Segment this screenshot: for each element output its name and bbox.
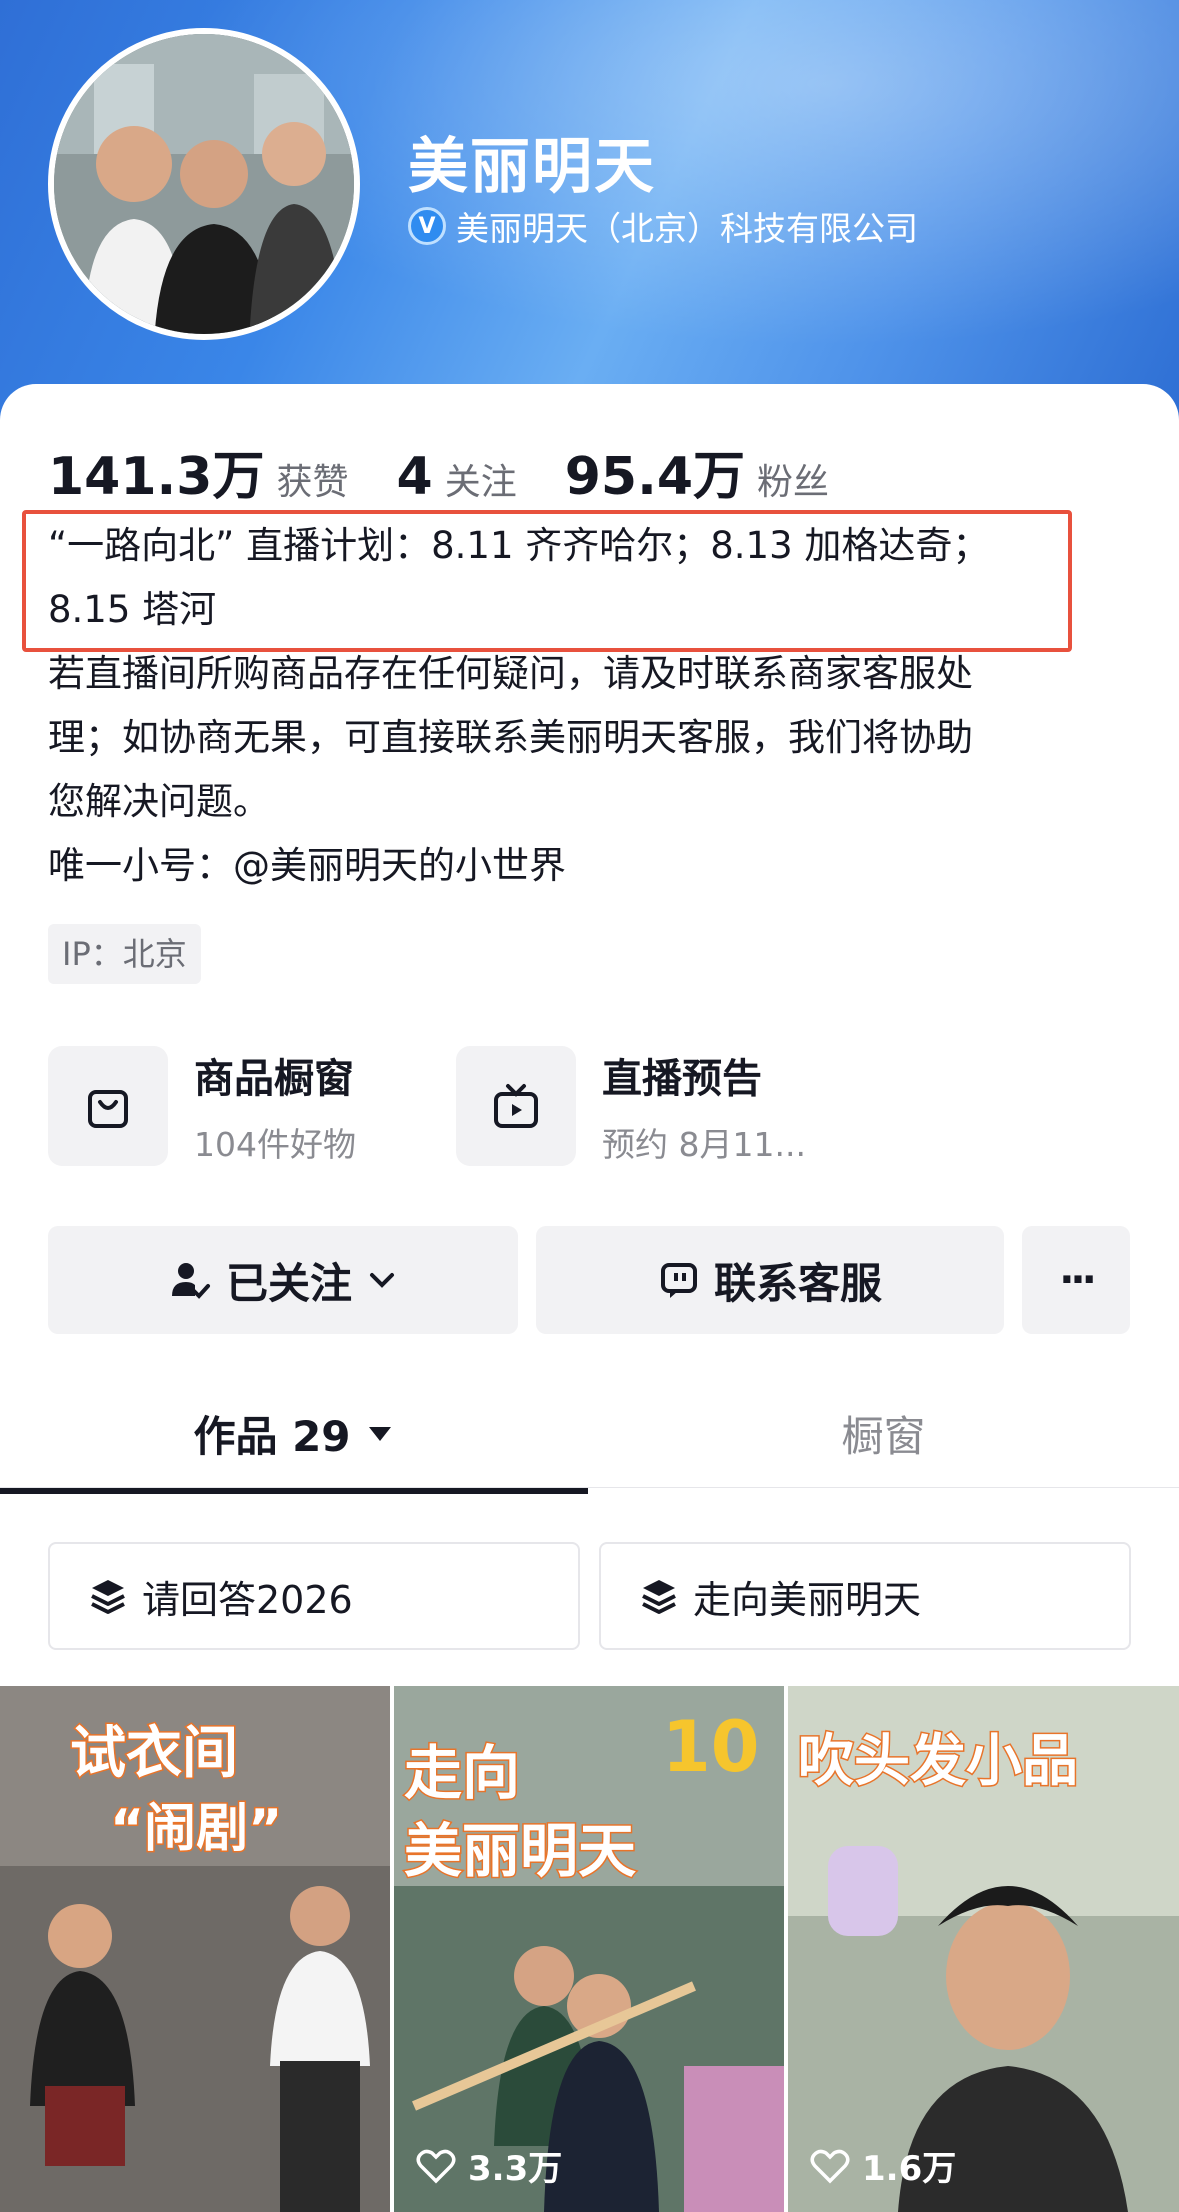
likes-count: 141.3万 [48, 447, 265, 507]
followers-count[interactable]: 95.4万 [565, 434, 745, 509]
chat-service-icon [660, 1263, 697, 1298]
ip-location-tag: IP：北京 [48, 924, 201, 984]
bio-line: 理；如协商无果，可直接联系美丽明天客服，我们将协助 [48, 716, 973, 759]
shortcut-subtitle: 104件好物 [194, 1125, 356, 1164]
profile-tabs: 作品 29 橱窗 [0, 1378, 1179, 1488]
shortcut-title: 商品橱窗 [194, 1056, 354, 1102]
followed-button[interactable]: 已关注 [48, 1226, 518, 1334]
verified-badge-icon: V [408, 207, 446, 245]
video-title: 吹头发小品 [797, 1728, 1080, 1796]
contact-service-button[interactable]: 联系客服 [536, 1226, 1004, 1334]
bio-line: “一路向北” 直播计划：8.11 齐齐哈尔；8.13 加格达奇； [48, 524, 990, 567]
avatar[interactable] [48, 28, 360, 340]
more-options-button[interactable]: ··· [1022, 1226, 1130, 1334]
bio-line: 若直播间所购商品存在任何疑问，请及时联系商家客服处 [48, 652, 973, 695]
episode-badge: 10 [662, 1706, 760, 1788]
likes-count-label: 3.3万 [468, 2149, 563, 2189]
following-count[interactable]: 4 [397, 447, 433, 507]
more-icon: ··· [1059, 1257, 1097, 1303]
profile-bio: “一路向北” 直播计划：8.11 齐齐哈尔；8.13 加格达奇； 8.15 塔河… [48, 514, 1138, 898]
shop-window-shortcut[interactable]: 商品橱窗 104件好物 [48, 1046, 356, 1166]
profile-stats: 141.3万 获赞 4 关注 95.4万 粉丝 [48, 434, 877, 509]
verified-company[interactable]: V 美丽明天（北京）科技有限公司 [408, 202, 918, 250]
collection-title: 请回答2026 [142, 1577, 353, 1622]
video-thumbnail[interactable]: 试衣间 “闹剧” [0, 1686, 390, 2212]
video-likes: 3.3万 [416, 2141, 562, 2190]
shortcut-title: 直播预告 [602, 1056, 762, 1102]
likes-count-label: 1.6万 [862, 2149, 957, 2189]
video-title: 试衣间 [69, 1720, 240, 1788]
video-title: 走向 [402, 1738, 521, 1809]
followers-label[interactable]: 粉丝 [757, 453, 829, 505]
heart-icon [810, 2149, 850, 2183]
followed-label: 已关注 [225, 1258, 352, 1308]
collection-chip[interactable]: 请回答2026 [48, 1542, 580, 1650]
video-thumbnail[interactable]: 走向 美丽明天 10 3.3万 [394, 1686, 784, 2212]
video-thumbnail[interactable]: 吹头发小品 1.6万 [788, 1686, 1179, 2212]
tab-works-label: 作品 29 [193, 1411, 351, 1461]
avatar-photo [54, 34, 354, 334]
video-title: 美丽明天 [402, 1816, 637, 1887]
layers-icon [642, 1580, 676, 1614]
bio-line: 8.15 塔河 [48, 588, 217, 631]
shopping-bag-icon [48, 1046, 168, 1166]
contact-service-label: 联系客服 [713, 1258, 882, 1308]
collection-chip[interactable]: 走向美丽明天 [599, 1542, 1131, 1650]
company-name: 美丽明天（北京）科技有限公司 [456, 209, 918, 248]
likes-label: 获赞 [276, 462, 349, 503]
tab-showcase-label: 橱窗 [841, 1411, 926, 1461]
bio-line: 您解决问题。 [48, 780, 270, 823]
shortcut-subtitle: 预约 8月11... [602, 1125, 806, 1164]
layers-icon [91, 1580, 125, 1614]
caret-down-icon [368, 1427, 391, 1441]
profile-card: 141.3万 获赞 4 关注 95.4万 粉丝 “一路向北” 直播计划：8.11… [0, 384, 1179, 2212]
video-title: “闹剧” [108, 1798, 283, 1861]
video-likes: 1.6万 [810, 2141, 956, 2190]
tab-works[interactable]: 作品 29 [0, 1378, 588, 1488]
user-check-icon [171, 1263, 210, 1299]
profile-name: 美丽明天 [408, 132, 656, 202]
chevron-down-icon [370, 1273, 394, 1288]
collection-title: 走向美丽明天 [693, 1577, 922, 1622]
bio-line[interactable]: 唯一小号：@美丽明天的小世界 [48, 834, 1138, 898]
active-tab-indicator [0, 1488, 588, 1494]
following-label[interactable]: 关注 [445, 453, 517, 505]
heart-icon [416, 2149, 456, 2183]
tab-showcase[interactable]: 橱窗 [588, 1378, 1179, 1488]
tv-play-icon [456, 1046, 576, 1166]
live-preview-shortcut[interactable]: 直播预告 预约 8月11... [456, 1046, 806, 1166]
